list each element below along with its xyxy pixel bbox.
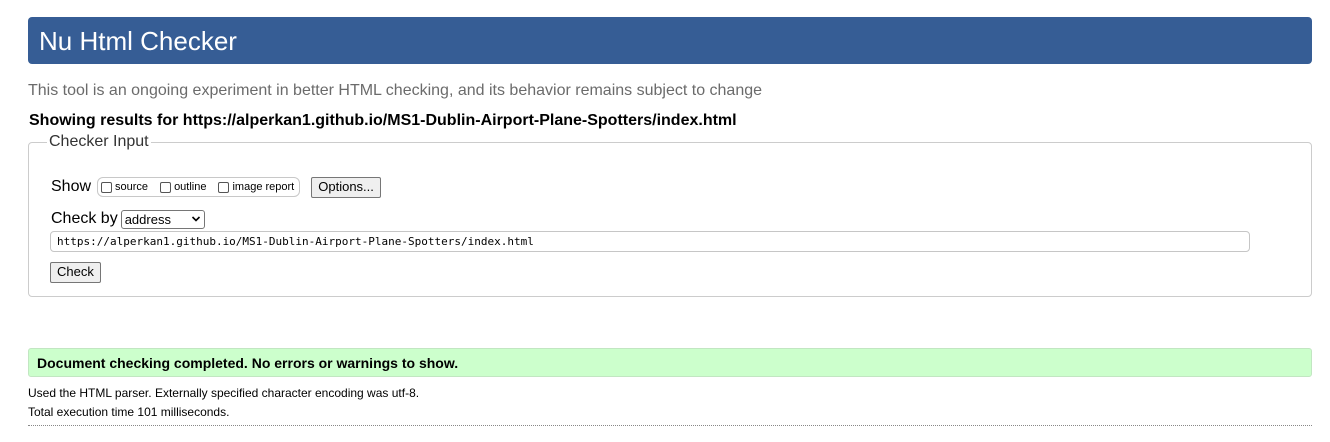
results-heading: Showing results for https://alperkan1.gi…	[29, 112, 737, 129]
source-label: source	[115, 181, 149, 193]
checker-input-legend: Checker Input	[47, 133, 151, 151]
outline-label: outline	[174, 181, 207, 193]
show-source-option[interactable]: source	[101, 181, 148, 193]
check-button[interactable]: Check	[50, 262, 101, 283]
check-by-label: Check by	[51, 210, 118, 227]
check-by-row: Check by address	[51, 209, 205, 229]
show-label: Show	[51, 178, 92, 195]
execution-time: Total execution time 101 milliseconds.	[28, 405, 230, 419]
success-message: Document checking completed. No errors o…	[28, 348, 1312, 377]
chevron-down-icon	[191, 216, 200, 222]
image-report-checkbox[interactable]	[218, 181, 230, 193]
options-button[interactable]: Options...	[311, 176, 381, 198]
show-image-report-option[interactable]: image report	[218, 181, 294, 193]
source-checkbox[interactable]	[101, 181, 113, 193]
page-header: Nu Html Checker	[28, 17, 1312, 64]
checker-input-fieldset: Checker Input Show source outline image …	[28, 133, 1312, 297]
intro-text: This tool is an ongoing experiment in be…	[28, 82, 763, 99]
image-report-label: image report	[232, 181, 295, 193]
url-input[interactable]: https://alperkan1.github.io/MS1-Dublin-A…	[50, 231, 1250, 252]
show-options-group: source outline image report	[97, 177, 301, 197]
page-title: Nu Html Checker	[39, 26, 237, 56]
check-by-value: address	[124, 211, 171, 227]
outline-checkbox[interactable]	[160, 181, 172, 193]
show-options-row: Show source outline image report Options…	[51, 176, 381, 198]
show-outline-option[interactable]: outline	[160, 181, 206, 193]
check-by-select[interactable]: address	[120, 209, 205, 229]
parser-note: Used the HTML parser. Externally specifi…	[28, 386, 420, 400]
dotted-divider	[28, 425, 1312, 426]
result-details: Used the HTML parser. Externally specifi…	[28, 384, 419, 422]
